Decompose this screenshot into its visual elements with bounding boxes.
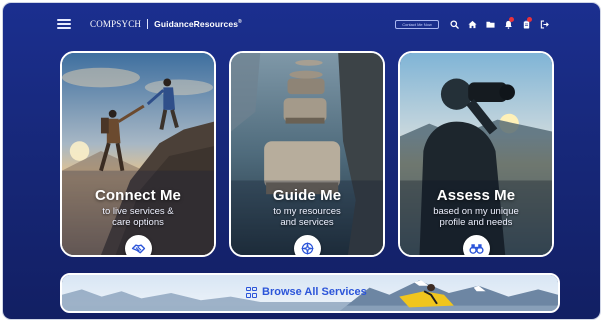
home-icon[interactable] — [463, 16, 481, 32]
clipboard-badge — [527, 17, 532, 22]
card-subtitle-line-1: based on my unique — [433, 206, 519, 217]
browse-all-services-link[interactable]: Browse All Services — [246, 286, 367, 298]
guide-me-text: Guide Me to my resources and services — [231, 187, 383, 228]
binoculars-icon[interactable] — [462, 235, 490, 255]
card-title: Connect Me — [94, 187, 181, 204]
search-icon[interactable] — [445, 16, 463, 32]
header-actions: Contact Me Now — [395, 16, 553, 32]
assess-me-text: Assess Me based on my unique profile and… — [400, 187, 552, 228]
card-subtitle-line-1: to my resources — [273, 206, 341, 217]
compsych-logo: COMPSYCH — [90, 19, 142, 29]
folder-icon[interactable] — [481, 16, 499, 32]
card-title: Guide Me — [272, 187, 342, 204]
card-subtitle-line-1: to live services & — [102, 206, 174, 217]
brand-divider — [147, 19, 149, 29]
assess-me-card[interactable]: Assess Me based on my unique profile and… — [398, 51, 554, 257]
handshake-icon[interactable] — [124, 235, 152, 255]
registered-mark: ® — [238, 18, 242, 25]
card-subtitle-line-2: and services — [280, 217, 334, 228]
brand[interactable]: COMPSYCH GuidanceResources ® — [90, 17, 242, 31]
logout-icon[interactable] — [535, 16, 553, 32]
top-header: COMPSYCH GuidanceResources ® Contact Me … — [3, 3, 600, 43]
guide-me-card[interactable]: Guide Me to my resources and services — [229, 51, 385, 257]
card-title: Assess Me — [436, 187, 516, 204]
card-subtitle-line-2: care options — [112, 217, 164, 228]
grid-icon — [246, 286, 257, 298]
connect-me-text: Connect Me to live services & care optio… — [62, 187, 214, 228]
contact-me-now-button[interactable]: Contact Me Now — [395, 19, 439, 29]
compass-icon[interactable] — [293, 235, 321, 255]
card-subtitle-line-2: profile and needs — [439, 217, 513, 228]
product-name: GuidanceResources — [154, 19, 239, 29]
menu-icon[interactable] — [57, 19, 71, 29]
connect-me-card[interactable]: Connect Me to live services & care optio… — [60, 51, 216, 257]
browse-all-services-banner[interactable]: Browse All Services — [60, 273, 560, 313]
browse-label-text: Browse All Services — [262, 286, 367, 298]
notification-badge — [509, 17, 514, 22]
clipboard-icon[interactable] — [517, 16, 535, 32]
bell-icon[interactable] — [499, 16, 517, 32]
app-window: COMPSYCH GuidanceResources ® Contact Me … — [3, 3, 600, 319]
